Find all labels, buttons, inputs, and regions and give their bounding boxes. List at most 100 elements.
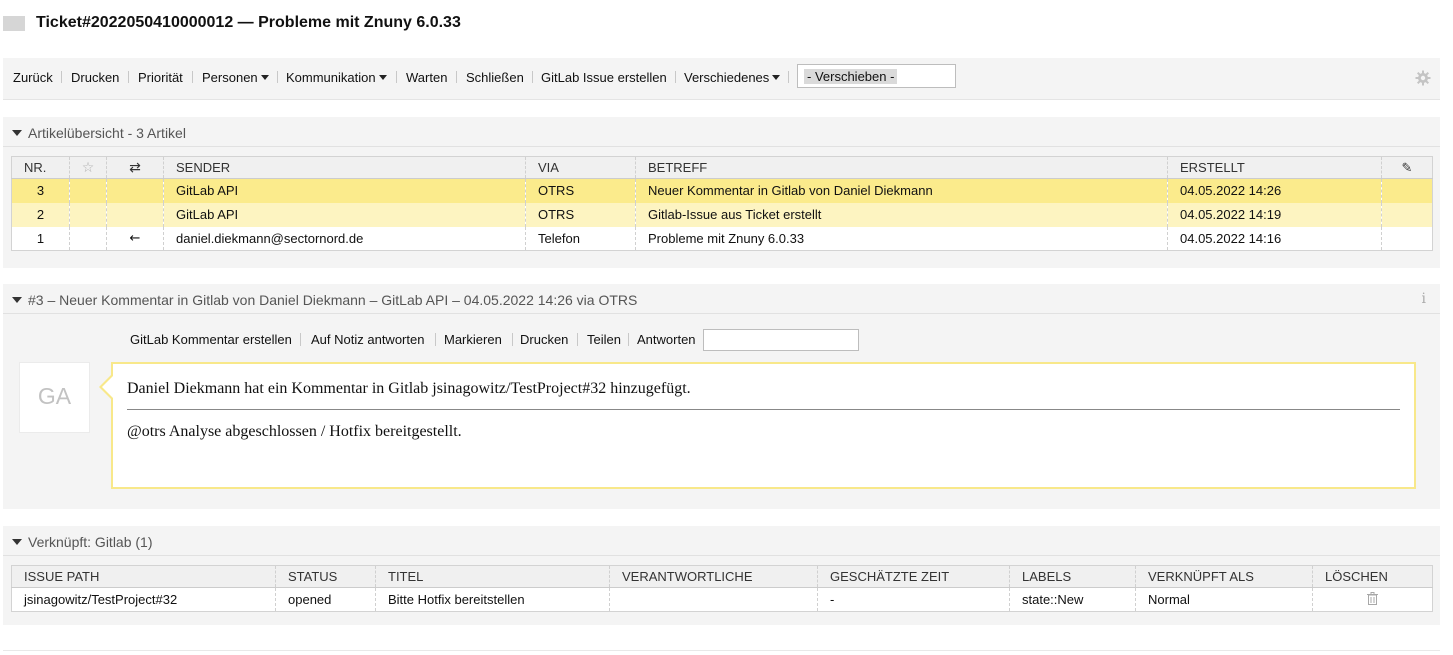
action-separator [512, 333, 513, 346]
article-detail-header[interactable]: #3 – Neuer Kommentar in Gitlab von Danie… [3, 284, 1440, 314]
share-button[interactable]: Teilen [587, 332, 621, 347]
toolbar-back-link[interactable]: Zurück [13, 70, 53, 85]
reply-note-button[interactable]: Auf Notiz antworten [311, 332, 424, 347]
column-header-issue-path: ISSUE PATH [11, 565, 276, 588]
toolbar-communication-label: Kommunikation [286, 70, 376, 85]
table-row[interactable]: 1 ← daniel.diekmann@sectornord.de Telefo… [11, 226, 1433, 251]
toolbar-print-link[interactable]: Drucken [71, 70, 119, 85]
print-article-button[interactable]: Drucken [520, 332, 568, 347]
article-nr: 3 [11, 178, 70, 203]
toolbar-misc-menu[interactable]: Verschiedenes [684, 70, 781, 85]
priority-swatch [3, 16, 25, 31]
article-created: 04.05.2022 14:26 [1167, 178, 1382, 203]
caret-down-icon [772, 75, 781, 80]
article-body-divider [127, 409, 1400, 410]
column-header-delete: LÖSCHEN [1312, 565, 1433, 588]
column-header-estimate: GESCHÄTZTE ZEIT [817, 565, 1010, 588]
toolbar-close-link[interactable]: Schließen [466, 70, 524, 85]
info-icon[interactable]: i [1422, 291, 1426, 307]
linked-gitlab-title: Verknüpft: Gitlab (1) [28, 534, 153, 550]
action-separator [435, 333, 436, 346]
toolbar-separator [61, 71, 62, 83]
mark-button[interactable]: Markieren [444, 332, 502, 347]
issue-path-link[interactable]: jsinagowitz/TestProject#32 [11, 587, 276, 612]
collapse-triangle-icon[interactable] [12, 297, 22, 303]
toolbar-people-menu[interactable]: Personen [202, 70, 269, 85]
collapse-triangle-icon[interactable] [12, 539, 22, 545]
toolbar-misc-label: Verschiedenes [684, 70, 770, 85]
issue-estimate: - [817, 587, 1010, 612]
gear-icon[interactable] [1415, 70, 1431, 86]
toolbar-communication-menu[interactable]: Kommunikation [286, 70, 387, 85]
ticket-header: Ticket#2022050410000012 — Probleme mit Z… [0, 10, 1453, 36]
article-body-line: @otrs Analyse abgeschlossen / Hotfix ber… [127, 423, 462, 440]
move-queue-select[interactable]: - Verschieben - [797, 64, 956, 88]
issue-status: opened [275, 587, 376, 612]
article-detail-title: #3 – Neuer Kommentar in Gitlab von Danie… [28, 292, 638, 308]
article-direction [106, 178, 164, 203]
column-header-direction[interactable]: ⇄ [106, 156, 164, 179]
toolbar-priority-link[interactable]: Priorität [138, 70, 183, 85]
article-sender: GitLab API [163, 178, 526, 203]
toolbar-separator [456, 71, 457, 83]
linked-gitlab-panel: Verknüpft: Gitlab (1) ISSUE PATH STATUS … [3, 526, 1440, 625]
bubble-pointer-inner [102, 376, 113, 398]
divider [3, 650, 1440, 651]
linked-issues-header: ISSUE PATH STATUS TITEL VERANTWORTLICHE … [11, 565, 1433, 588]
article-subject: Gitlab-Issue aus Ticket erstellt [635, 202, 1168, 227]
article-via: Telefon [525, 226, 636, 251]
column-header-assignee: VERANTWORTLICHE [609, 565, 818, 588]
toolbar-gitlab-issue-link[interactable]: GitLab Issue erstellen [541, 70, 667, 85]
article-direction [106, 202, 164, 227]
issue-title: Bitte Hotfix bereitstellen [375, 587, 610, 612]
article-star-cell[interactable] [69, 226, 107, 251]
collapse-triangle-icon[interactable] [12, 130, 22, 136]
trash-icon[interactable] [1367, 591, 1378, 605]
article-overview-header[interactable]: Artikelübersicht - 3 Artikel [3, 117, 1440, 147]
gitlab-comment-button[interactable]: GitLab Kommentar erstellen [130, 332, 292, 347]
caret-down-icon [378, 75, 387, 80]
article-attachment-cell [1381, 178, 1433, 203]
article-star-cell[interactable] [69, 178, 107, 203]
column-header-attachment[interactable]: ✎ [1381, 156, 1433, 179]
arrow-left-icon: ← [106, 226, 164, 251]
star-icon: ☆ [81, 159, 95, 176]
issue-linked-as: Normal [1135, 587, 1313, 612]
table-row[interactable]: 3 GitLab API OTRS Neuer Kommentar in Git… [11, 178, 1433, 203]
reply-template-select[interactable] [703, 329, 859, 351]
column-header-sender[interactable]: SENDER [163, 156, 526, 179]
action-separator [628, 333, 629, 346]
article-subject: Probleme mit Znuny 6.0.33 [635, 226, 1168, 251]
toolbar-separator [675, 71, 676, 83]
table-row[interactable]: 2 GitLab API OTRS Gitlab-Issue aus Ticke… [11, 202, 1433, 227]
column-header-star[interactable]: ☆ [69, 156, 107, 179]
column-header-via[interactable]: VIA [525, 156, 636, 179]
article-table-header: NR. ☆ ⇄ SENDER VIA BETREFF ERSTELLT ✎ [11, 156, 1433, 179]
toolbar-separator [396, 71, 397, 83]
column-header-nr[interactable]: NR. [11, 156, 70, 179]
ticket-action-toolbar: Zurück Drucken Priorität Personen Kommun… [3, 58, 1440, 100]
column-header-created[interactable]: ERSTELLT [1167, 156, 1382, 179]
avatar-initials: GA [37, 383, 72, 409]
column-header-linked-as: VERKNÜPFT ALS [1135, 565, 1313, 588]
toolbar-pending-link[interactable]: Warten [406, 70, 447, 85]
article-attachment-cell [1381, 202, 1433, 227]
avatar: GA [19, 362, 90, 433]
move-queue-select-value: - Verschieben - [804, 69, 898, 84]
column-header-status: STATUS [275, 565, 376, 588]
article-attachment-cell [1381, 226, 1433, 251]
article-created: 04.05.2022 14:19 [1167, 202, 1382, 227]
column-header-title: TITEL [375, 565, 610, 588]
toolbar-people-label: Personen [202, 70, 258, 85]
arrows-exchange-icon: ⇄ [129, 159, 141, 176]
article-nr: 2 [11, 202, 70, 227]
toolbar-separator [532, 71, 533, 83]
column-header-labels: LABELS [1009, 565, 1136, 588]
column-header-subject[interactable]: BETREFF [635, 156, 1168, 179]
article-sender: daniel.diekmann@sectornord.de [163, 226, 526, 251]
article-overview-panel: Artikelübersicht - 3 Artikel NR. ☆ ⇄ SEN… [3, 117, 1440, 268]
toolbar-separator [128, 71, 129, 83]
article-star-cell[interactable] [69, 202, 107, 227]
linked-gitlab-header[interactable]: Verknüpft: Gitlab (1) [3, 526, 1440, 556]
toolbar-separator [277, 71, 278, 83]
